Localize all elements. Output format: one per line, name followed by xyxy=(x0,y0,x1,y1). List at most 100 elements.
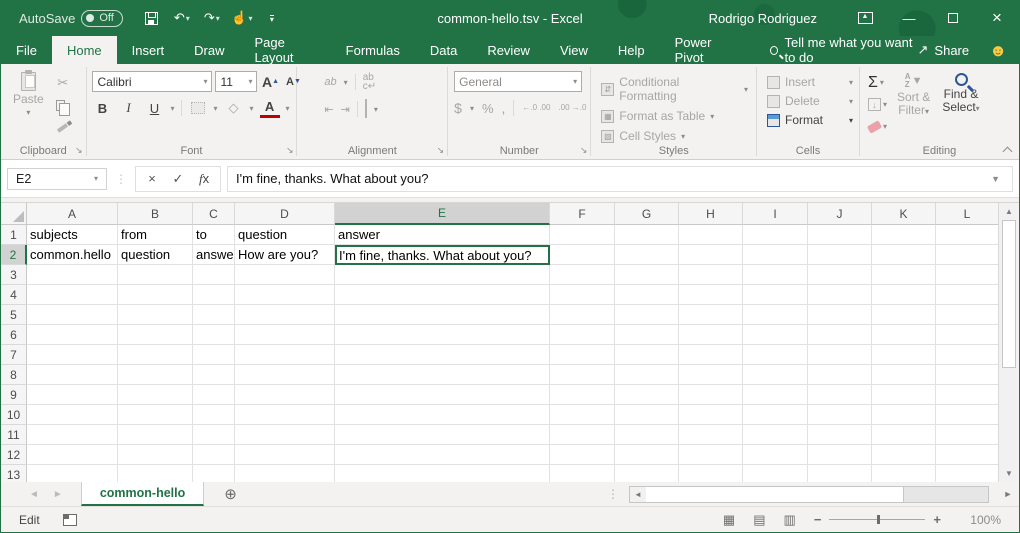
cell-G8[interactable] xyxy=(615,365,679,385)
cell-E8[interactable] xyxy=(335,365,550,385)
select-all-corner[interactable] xyxy=(1,203,27,225)
cell-C1[interactable]: to xyxy=(193,225,235,245)
cell-F4[interactable] xyxy=(550,285,615,305)
font-size-combo[interactable]: 11 ▾ xyxy=(215,71,257,92)
cell-A8[interactable] xyxy=(27,365,118,385)
save-button[interactable] xyxy=(139,5,165,31)
cell-A6[interactable] xyxy=(27,325,118,345)
cell-K6[interactable] xyxy=(872,325,936,345)
share-button[interactable]: ↗ Share xyxy=(918,36,970,64)
paste-button[interactable]: Paste ▾ xyxy=(7,69,50,142)
row-header-12[interactable]: 12 xyxy=(1,445,27,465)
fill-color-dropdown-icon[interactable]: ▾ xyxy=(250,104,254,113)
cell-D4[interactable] xyxy=(235,285,335,305)
cell-E4[interactable] xyxy=(335,285,550,305)
font-size-dropdown-icon[interactable]: ▾ xyxy=(242,77,252,86)
cell-K8[interactable] xyxy=(872,365,936,385)
cell-D7[interactable] xyxy=(235,345,335,365)
cell-H10[interactable] xyxy=(679,405,743,425)
normal-view-icon[interactable]: ▦ xyxy=(723,512,735,528)
macro-recording-icon[interactable] xyxy=(63,514,77,526)
cell-K13[interactable] xyxy=(872,465,936,482)
tab-power-pivot[interactable]: Power Pivot xyxy=(660,36,748,64)
zoom-thumb[interactable] xyxy=(877,515,880,524)
tab-file[interactable]: File xyxy=(1,36,52,64)
cell-B3[interactable] xyxy=(118,265,193,285)
cell-K7[interactable] xyxy=(872,345,936,365)
cell-L2[interactable] xyxy=(936,245,999,265)
cell-L3[interactable] xyxy=(936,265,999,285)
cell-L5[interactable] xyxy=(936,305,999,325)
cell-H8[interactable] xyxy=(679,365,743,385)
column-header-E[interactable]: E xyxy=(335,203,550,225)
column-header-L[interactable]: L xyxy=(936,203,999,225)
cell-D10[interactable] xyxy=(235,405,335,425)
percent-style-button[interactable]: % xyxy=(482,101,494,116)
cell-F13[interactable] xyxy=(550,465,615,482)
column-header-J[interactable]: J xyxy=(808,203,872,225)
cell-E13[interactable] xyxy=(335,465,550,482)
cell-B9[interactable] xyxy=(118,385,193,405)
cell-G3[interactable] xyxy=(615,265,679,285)
tab-help[interactable]: Help xyxy=(603,36,660,64)
cell-A13[interactable] xyxy=(27,465,118,482)
column-header-F[interactable]: F xyxy=(550,203,615,225)
redo-button[interactable]: ↷▾ xyxy=(199,5,225,31)
row-header-10[interactable]: 10 xyxy=(1,405,27,425)
cell-F1[interactable] xyxy=(550,225,615,245)
tab-bar-resize-handle[interactable]: ⋮ xyxy=(597,482,629,506)
copy-button[interactable]: ▾ xyxy=(52,96,74,116)
autosave-pill[interactable]: Off xyxy=(81,10,122,27)
cell-C6[interactable] xyxy=(193,325,235,345)
decrease-indent-button[interactable]: ⇤ xyxy=(324,103,333,116)
row-header-8[interactable]: 8 xyxy=(1,365,27,385)
accounting-dropdown-icon[interactable]: ▾ xyxy=(470,104,474,113)
cell-I13[interactable] xyxy=(743,465,808,482)
enter-entry-button[interactable]: ✓ xyxy=(166,168,190,190)
cell-G9[interactable] xyxy=(615,385,679,405)
fill-button[interactable]: ↓▾ xyxy=(868,95,887,114)
cell-A1[interactable]: subjects xyxy=(27,225,118,245)
touch-mode-dropdown-icon[interactable]: ▾ xyxy=(248,14,252,23)
underline-button[interactable]: U xyxy=(144,98,164,118)
cell-G7[interactable] xyxy=(615,345,679,365)
cell-F6[interactable] xyxy=(550,325,615,345)
cell-D1[interactable]: question xyxy=(235,225,335,245)
cell-F7[interactable] xyxy=(550,345,615,365)
ribbon-display-options-button[interactable]: ▲ xyxy=(843,0,887,36)
cell-L9[interactable] xyxy=(936,385,999,405)
orientation-button[interactable]: ab xyxy=(324,76,336,88)
page-layout-view-icon[interactable]: ▤ xyxy=(753,512,765,528)
font-color-button[interactable]: A xyxy=(260,98,280,118)
cell-F10[interactable] xyxy=(550,405,615,425)
cell-E2[interactable]: I'm fine, thanks. What about you? xyxy=(335,245,550,265)
cell-B5[interactable] xyxy=(118,305,193,325)
cell-J12[interactable] xyxy=(808,445,872,465)
cell-J11[interactable] xyxy=(808,425,872,445)
cell-G11[interactable] xyxy=(615,425,679,445)
cell-J3[interactable] xyxy=(808,265,872,285)
cell-J9[interactable] xyxy=(808,385,872,405)
bold-button[interactable]: B xyxy=(92,98,112,118)
row-header-5[interactable]: 5 xyxy=(1,305,27,325)
cell-H5[interactable] xyxy=(679,305,743,325)
cell-L13[interactable] xyxy=(936,465,999,482)
clipboard-dialog-launcher[interactable]: ↘ xyxy=(75,145,83,156)
conditional-formatting-button[interactable]: ⇵ Conditional Formatting ▾ xyxy=(601,75,748,103)
cell-G12[interactable] xyxy=(615,445,679,465)
row-header-6[interactable]: 6 xyxy=(1,325,27,345)
cell-B8[interactable] xyxy=(118,365,193,385)
column-header-A[interactable]: A xyxy=(27,203,118,225)
cell-C11[interactable] xyxy=(193,425,235,445)
row-header-11[interactable]: 11 xyxy=(1,425,27,445)
font-name-combo[interactable]: Calibri ▾ xyxy=(92,71,212,92)
cell-K10[interactable] xyxy=(872,405,936,425)
cancel-entry-button[interactable]: × xyxy=(140,168,164,190)
cell-I11[interactable] xyxy=(743,425,808,445)
cell-L8[interactable] xyxy=(936,365,999,385)
minimize-button[interactable]: — xyxy=(887,0,931,36)
cell-B4[interactable] xyxy=(118,285,193,305)
cell-K2[interactable] xyxy=(872,245,936,265)
autosum-button[interactable]: Σ▾ xyxy=(868,73,887,92)
column-header-C[interactable]: C xyxy=(193,203,235,225)
